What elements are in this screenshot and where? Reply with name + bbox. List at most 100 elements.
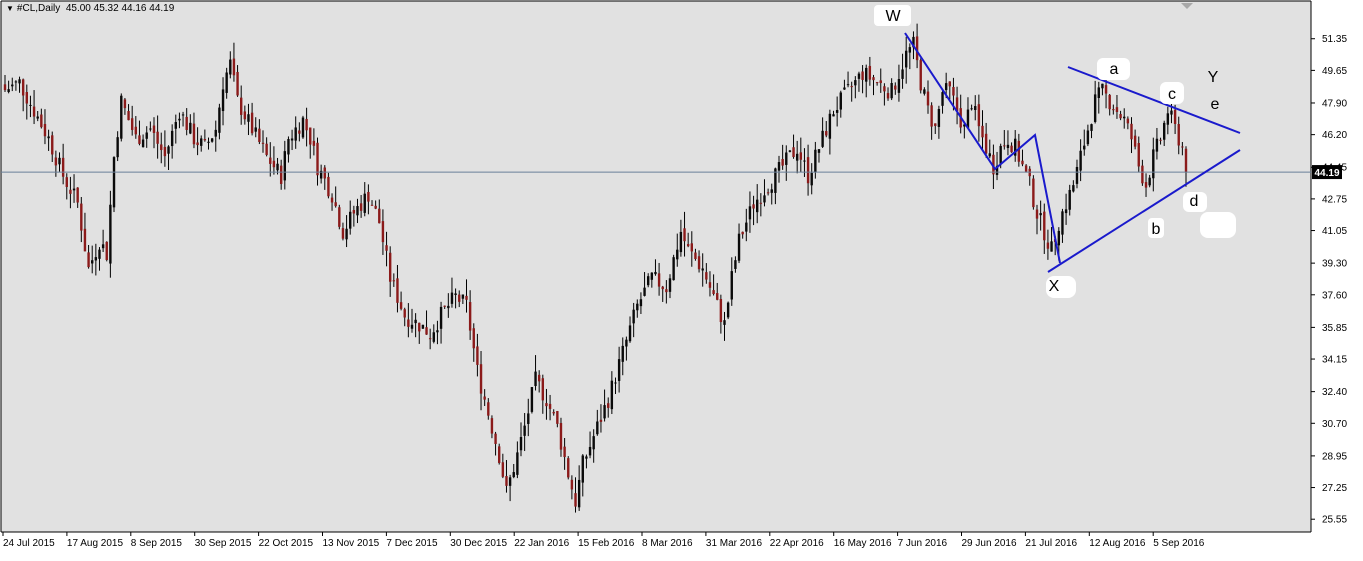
candle-body — [799, 152, 803, 160]
candle-body — [1144, 182, 1148, 188]
candle-body — [632, 309, 635, 324]
candle — [919, 58, 922, 94]
candle-body — [192, 123, 196, 145]
candle-body — [835, 109, 839, 113]
candle-body — [18, 79, 21, 84]
chart-window[interactable]: W X Y a b c d e 51.3549.6547.9046.2044.4… — [0, 0, 1363, 556]
wave-label-x: X — [1049, 278, 1060, 295]
candle-body — [1050, 241, 1053, 252]
candle — [530, 386, 534, 414]
candle-body — [36, 116, 39, 119]
current-price-label: 44.19 — [1314, 168, 1339, 179]
candle-body — [109, 204, 112, 264]
candle-body — [537, 374, 541, 382]
candle-body — [301, 117, 305, 138]
price-tick-label: 32.40 — [1322, 387, 1347, 398]
candle-body — [1123, 116, 1126, 119]
candle-body — [341, 228, 345, 239]
time-tick-label: 21 Jul 2016 — [1025, 538, 1077, 549]
candle-body — [32, 106, 36, 117]
candle — [301, 115, 305, 139]
candle-body — [29, 104, 32, 106]
candle-body — [1112, 109, 1115, 111]
time-tick-label: 7 Jun 2016 — [898, 538, 948, 549]
candle-body — [745, 222, 748, 232]
candle-body — [643, 287, 646, 296]
candlestick-chart[interactable]: W X Y a b c d e 51.3549.6547.9046.2044.4… — [0, 0, 1363, 556]
candle-body — [145, 132, 148, 139]
candle-body — [189, 122, 192, 134]
candle-body — [174, 122, 177, 129]
candle-body — [229, 59, 232, 75]
candle-body — [1090, 124, 1093, 131]
candle-body — [944, 83, 948, 91]
candle-body — [25, 92, 29, 104]
candle-body — [1170, 110, 1173, 115]
candle-body — [505, 476, 508, 486]
candle-body — [646, 276, 650, 286]
candle-body — [279, 165, 283, 184]
candle-body — [843, 87, 846, 90]
candle-body — [817, 149, 821, 153]
candle-body — [388, 252, 392, 282]
candle-body — [516, 452, 519, 475]
time-tick-label: 13 Nov 2015 — [323, 538, 380, 549]
candle-body — [47, 136, 50, 139]
candle-body — [1133, 135, 1137, 147]
candle-body — [1006, 144, 1010, 149]
candle-body — [385, 245, 388, 251]
candle-body — [312, 140, 316, 146]
candle-body — [781, 158, 784, 166]
candle-body — [69, 189, 72, 194]
candle-body — [556, 411, 559, 424]
candle-body — [672, 257, 675, 281]
candle-body — [617, 359, 621, 381]
candle-body — [1072, 185, 1075, 192]
candle — [567, 456, 570, 480]
candle-body — [639, 299, 643, 307]
candle-body — [621, 345, 624, 362]
price-tick-label: 47.90 — [1322, 98, 1347, 109]
candle-body — [930, 105, 933, 127]
ohlc-values: 45.00 45.32 44.16 44.19 — [65, 3, 175, 14]
wave-label-a: a — [1110, 61, 1119, 78]
candle-body — [203, 139, 207, 141]
candle-body — [65, 177, 68, 187]
candle-body — [40, 114, 43, 128]
candle-body — [832, 114, 835, 117]
wave-label-b: b — [1152, 221, 1161, 238]
price-tick-label: 28.95 — [1322, 451, 1347, 462]
candle-body — [697, 256, 701, 270]
plot-area — [1, 1, 1311, 532]
candle-body — [261, 142, 265, 144]
candle-body — [1137, 143, 1140, 167]
candle-body — [1043, 211, 1046, 241]
candle-body — [785, 152, 788, 165]
candle-body — [810, 172, 813, 186]
candle-body — [730, 271, 733, 300]
candle-body — [468, 302, 472, 331]
price-tick-label: 30.70 — [1322, 419, 1347, 430]
candle-body — [610, 380, 614, 410]
candle-body — [883, 86, 886, 92]
time-tick-label: 30 Dec 2015 — [450, 538, 507, 549]
candle-body — [356, 206, 359, 216]
candle-body — [1057, 230, 1061, 246]
candle-body — [574, 493, 577, 507]
price-tick-label: 37.60 — [1322, 290, 1347, 301]
candle-body — [1068, 189, 1071, 210]
chevron-down-icon[interactable]: ▼ — [6, 4, 14, 13]
time-tick-label: 12 Aug 2016 — [1089, 538, 1146, 549]
candle-body — [98, 249, 101, 259]
candle-body — [185, 116, 188, 130]
candle — [120, 93, 123, 142]
candle-body — [501, 462, 505, 477]
candle-body — [545, 403, 548, 407]
candle-body — [330, 197, 334, 203]
candle-body — [541, 378, 545, 401]
candle-body — [54, 157, 58, 166]
candle-body — [487, 402, 490, 416]
candle-body — [726, 302, 730, 318]
wave-label-d: d — [1190, 193, 1199, 210]
candle-body — [599, 419, 603, 422]
